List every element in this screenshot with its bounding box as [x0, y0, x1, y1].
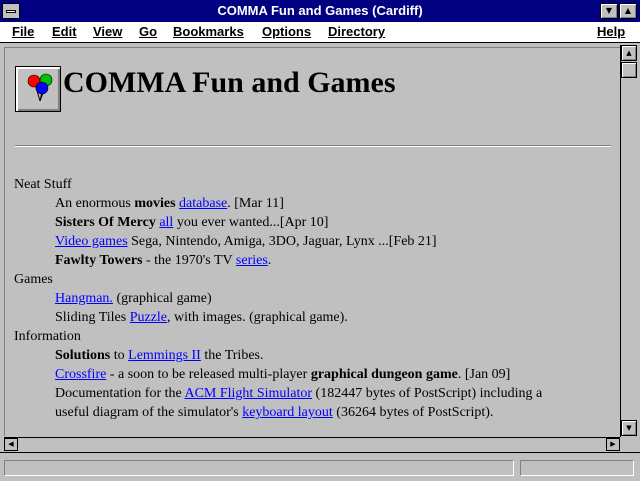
vertical-scrollbar[interactable]: ▲ ▼	[620, 45, 638, 437]
menu-edit[interactable]: Edit	[52, 24, 77, 39]
list-item-sisters-of-mercy: Sisters Of Mercy all you ever wanted...[…	[55, 215, 329, 230]
menu-directory[interactable]: Directory	[328, 24, 385, 39]
scroll-up-button[interactable]: ▲	[621, 45, 637, 61]
section-information: Information	[14, 329, 81, 344]
arrow-down-icon: ▼	[626, 424, 632, 432]
document-view: COMMA Fun and Games Neat Stuff An enormo…	[4, 47, 621, 436]
status-bar	[0, 452, 640, 481]
horizontal-scrollbar[interactable]: ◀ ▶	[4, 437, 620, 452]
list-item-keyboard-layout: useful diagram of the simulator's keyboa…	[55, 405, 494, 420]
menu-options[interactable]: Options	[262, 24, 311, 39]
browser-window: COMMA Fun and Games (Cardiff) ▼ ▲ File E…	[0, 0, 640, 481]
link-series[interactable]: series	[236, 253, 268, 268]
section-games: Games	[14, 272, 53, 287]
scrollbar-corner	[621, 437, 637, 451]
list-item-lemmings: Solutions to Lemmings II the Tribes.	[55, 348, 264, 363]
menu-bookmarks[interactable]: Bookmarks	[173, 24, 244, 39]
list-item-hangman: Hangman. (graphical game)	[55, 291, 212, 306]
divider	[15, 145, 611, 147]
section-neat-stuff: Neat Stuff	[14, 177, 72, 192]
list-item-video-games: Video games Sega, Nintendo, Amiga, 3DO, …	[55, 234, 437, 249]
arrow-up-icon: ▲	[626, 49, 632, 57]
scroll-left-button[interactable]: ◀	[4, 438, 18, 451]
window-title: COMMA Fun and Games (Cardiff)	[217, 3, 423, 18]
progress-indicator	[520, 460, 634, 476]
title-bar[interactable]: COMMA Fun and Games (Cardiff) ▼ ▲	[0, 0, 640, 22]
menu-help[interactable]: Help	[597, 24, 625, 39]
status-message	[4, 460, 514, 476]
arrow-right-icon: ▶	[610, 440, 616, 448]
scroll-down-button[interactable]: ▼	[621, 420, 637, 436]
link-lemmings-ii[interactable]: Lemmings II	[128, 348, 201, 363]
link-video-games[interactable]: Video games	[55, 234, 128, 249]
minimize-button[interactable]: ▼	[600, 3, 618, 19]
link-acm-flight-simulator[interactable]: ACM Flight Simulator	[184, 386, 312, 401]
link-database[interactable]: database	[179, 196, 227, 211]
link-crossfire[interactable]: Crossfire	[55, 367, 106, 382]
minimize-icon: ▼	[605, 6, 613, 15]
menu-view[interactable]: View	[93, 24, 122, 39]
menu-go[interactable]: Go	[139, 24, 157, 39]
link-all[interactable]: all	[159, 215, 173, 230]
link-keyboard-layout[interactable]: keyboard layout	[242, 405, 333, 420]
list-item-crossfire: Crossfire - a soon to be released multi-…	[55, 367, 511, 382]
maximize-icon: ▲	[624, 6, 632, 15]
list-item-acm-flight-simulator: Documentation for the ACM Flight Simulat…	[55, 386, 543, 401]
maximize-button[interactable]: ▲	[619, 3, 637, 19]
scroll-right-button[interactable]: ▶	[606, 438, 620, 451]
scroll-thumb[interactable]	[621, 62, 637, 78]
menu-bar: File Edit View Go Bookmarks Options Dire…	[0, 22, 640, 43]
menu-file[interactable]: File	[12, 24, 34, 39]
list-item-movies: An enormous movies database. [Mar 11]	[55, 196, 284, 211]
balloons-icon	[15, 66, 61, 112]
page-title: COMMA Fun and Games	[63, 66, 396, 99]
link-puzzle[interactable]: Puzzle	[130, 310, 167, 325]
list-item-fawlty-towers: Fawlty Towers - the 1970's TV series.	[55, 253, 272, 268]
link-hangman[interactable]: Hangman.	[55, 291, 113, 306]
arrow-left-icon: ◀	[8, 440, 14, 448]
list-item-sliding-tiles: Sliding Tiles Puzzle, with images. (grap…	[55, 310, 348, 325]
